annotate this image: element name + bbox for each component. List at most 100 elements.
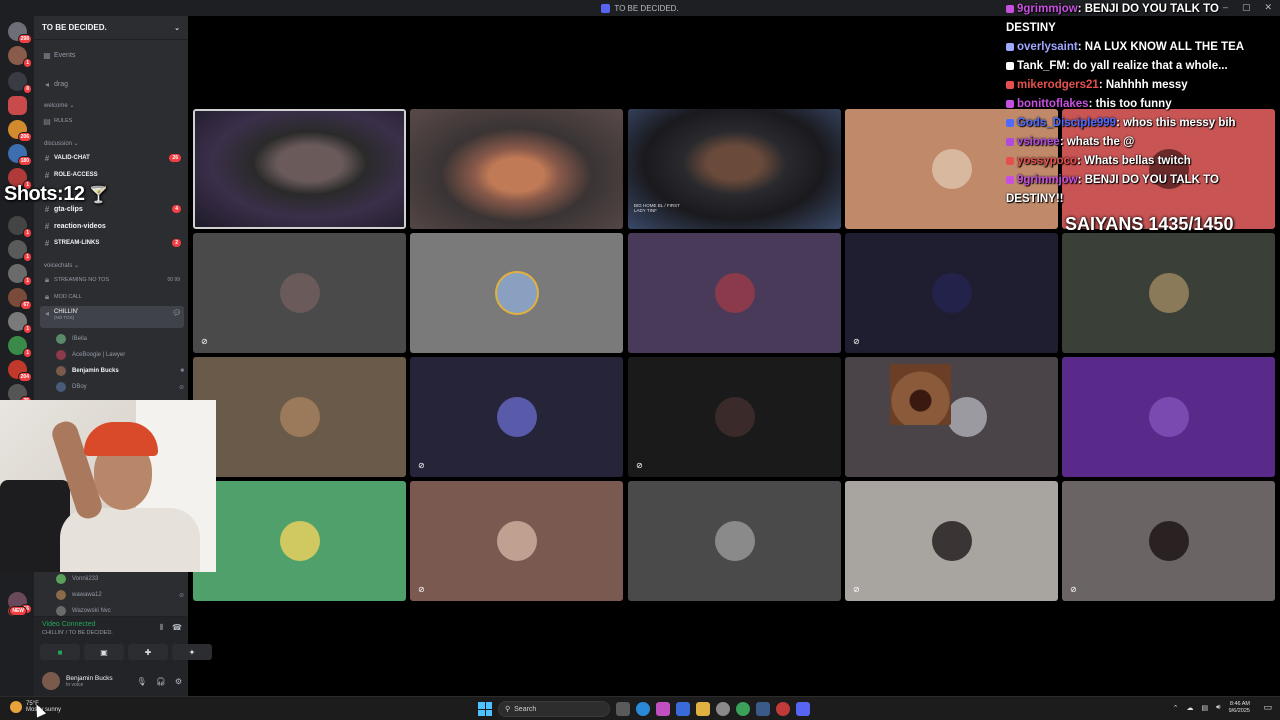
video-tile[interactable]: BIG HOME BL / FIRST LADY TINF xyxy=(628,109,841,229)
channel-reaction-videos[interactable]: # reaction-videos xyxy=(40,219,184,233)
chat-username: 9grimmjow xyxy=(1017,3,1078,15)
video-tile[interactable] xyxy=(410,109,623,229)
channel-mod-call[interactable]: 🔒︎ MOD CALL xyxy=(40,290,184,304)
soundboard-button[interactable]: ✦ xyxy=(172,644,212,660)
notification-icon[interactable]: ▭ xyxy=(1263,702,1272,713)
chevron-up-icon[interactable]: ⌃ xyxy=(1173,704,1179,712)
user-panel: Benjamin Bucks In voice 🎙︎ 🎧︎ ⚙ xyxy=(34,666,188,696)
voice-member[interactable]: AceBoogie | Lawyer xyxy=(56,348,184,362)
voice-member[interactable]: wawawa12 ⊘ xyxy=(56,588,184,602)
clock[interactable]: 8:46 AM 9/6/2025 xyxy=(1229,701,1250,715)
new-badge[interactable]: NEW xyxy=(8,606,27,616)
voice-member[interactable]: DBoy ⊘ xyxy=(56,380,184,394)
video-tile[interactable]: ⊘ xyxy=(845,233,1058,353)
opera-icon[interactable] xyxy=(776,702,790,716)
video-tile[interactable] xyxy=(410,233,623,353)
video-tile[interactable] xyxy=(1062,233,1275,353)
voice-member[interactable]: Vonnii233 xyxy=(56,572,184,586)
video-tile[interactable] xyxy=(1062,357,1275,477)
gear-icon[interactable]: ⚙ xyxy=(175,677,182,686)
member-name: AceBoogie | Lawyer xyxy=(72,352,126,358)
chat-badge-icon xyxy=(1006,99,1014,108)
user-status: In voice xyxy=(66,681,84,688)
category-discussion[interactable]: discussion ⌄ xyxy=(44,140,79,147)
chat-text: do yall realize that a whole... xyxy=(1073,60,1228,72)
chrome-icon[interactable] xyxy=(736,702,750,716)
steam-icon[interactable] xyxy=(756,702,770,716)
server-icon[interactable]: 206 xyxy=(8,120,32,142)
video-tile[interactable]: ⊘ xyxy=(845,481,1058,601)
copilot-icon[interactable] xyxy=(656,702,670,716)
volume-icon[interactable]: 🔊︎ xyxy=(1216,704,1220,712)
server-header[interactable]: TO BE DECIDED. ⌄ xyxy=(34,16,188,40)
network-icon[interactable]: ▤ xyxy=(1202,704,1209,712)
events-item[interactable]: ▦ Events xyxy=(40,48,184,62)
voice-channel-path[interactable]: CHILLIN' / TO BE DECIDED. xyxy=(42,630,113,636)
channel-rules[interactable]: ▤ RULES xyxy=(40,114,184,128)
windows-start-icon[interactable] xyxy=(478,702,492,716)
noise-suppression-icon[interactable]: ⫴ xyxy=(160,623,163,633)
channel-valid-chat[interactable]: # VALID-CHAT 26 xyxy=(40,151,184,165)
video-tile[interactable] xyxy=(628,233,841,353)
discord-icon[interactable] xyxy=(796,702,810,716)
channel-streaming-no-tos[interactable]: 🔒︎ STREAMING NO TOS 00 99 xyxy=(40,273,184,287)
category-welcome[interactable]: welcome ⌄ xyxy=(44,102,74,109)
channel-role-access[interactable]: # ROLE-ACCESS xyxy=(40,168,184,182)
store-icon[interactable] xyxy=(676,702,690,716)
events-label: Events xyxy=(54,51,76,59)
server-icon[interactable]: 1 xyxy=(8,240,32,262)
task-view-icon[interactable] xyxy=(616,702,630,716)
server-icon-selected[interactable] xyxy=(8,96,27,115)
server-icon[interactable]: 204 xyxy=(8,360,32,382)
video-tile[interactable]: ⊘ xyxy=(193,233,406,353)
video-tile[interactable]: ⊘ xyxy=(410,481,623,601)
stream-chat-overlay: 9grimmjow: BENJI DO YOU TALK TO DESTINY ov… xyxy=(1006,0,1276,209)
video-tile[interactable] xyxy=(193,481,406,601)
folder-icon[interactable] xyxy=(696,702,710,716)
channel-label: drag xyxy=(54,80,69,88)
shots-counter: Shots:12 🍸 xyxy=(4,183,108,206)
server-icon[interactable]: 67 xyxy=(8,288,32,310)
server-name: TO BE DECIDED. xyxy=(42,23,107,32)
edge-icon[interactable] xyxy=(636,702,650,716)
server-icon[interactable]: 8 xyxy=(8,72,32,94)
server-icon[interactable]: 180 xyxy=(8,144,32,166)
chat-icon[interactable]: 💬︎ xyxy=(172,309,181,317)
server-icon[interactable]: 1 xyxy=(8,216,32,238)
cloud-icon[interactable]: ☁ xyxy=(1187,704,1194,712)
channel-stream-links[interactable]: # STREAM-LINKS 2 xyxy=(40,236,184,250)
voice-status: Video Connected xyxy=(42,621,96,628)
server-badge: 1 xyxy=(23,228,32,238)
server-icon[interactable]: 1 xyxy=(8,264,32,286)
category-voicechats[interactable]: voicechats ⌄ xyxy=(44,262,79,269)
video-tile[interactable]: ⊘ xyxy=(410,357,623,477)
channel-drag[interactable]: ◂ drag xyxy=(40,77,184,91)
video-tile[interactable]: ⊘ xyxy=(1062,481,1275,601)
avatar[interactable] xyxy=(42,672,60,690)
video-tile[interactable] xyxy=(845,357,1058,477)
system-tray: ⌃ ☁ ▤ 🔊︎ 8:46 AM 9/6/2025 xyxy=(1173,701,1250,715)
headphones-icon[interactable]: 🎧︎ xyxy=(156,677,166,686)
avatar xyxy=(279,397,320,437)
video-tile[interactable]: ⊘ xyxy=(193,357,406,477)
channel-chillin[interactable]: ◂ CHILLIN' (NO TOS) 💬︎ xyxy=(40,306,184,328)
voice-member[interactable]: IBella xyxy=(56,332,184,346)
voice-member[interactable]: Benjamin Bucks ■ xyxy=(56,364,184,378)
video-tile[interactable] xyxy=(628,481,841,601)
chat-badge-icon xyxy=(1006,80,1014,89)
server-icon[interactable]: 1 xyxy=(8,312,32,334)
activity-button[interactable]: ✚ xyxy=(128,644,168,660)
video-tile[interactable] xyxy=(193,109,406,229)
streamer-webcam xyxy=(0,400,216,572)
taskbar-search[interactable]: ⚲ Search xyxy=(498,701,610,717)
server-icon[interactable]: 1 xyxy=(8,46,32,68)
disconnect-icon[interactable]: ☎ xyxy=(172,623,182,633)
server-icon[interactable]: 298 xyxy=(8,22,32,44)
server-icon[interactable]: 1 xyxy=(8,336,32,358)
video-tile[interactable]: ⊘ xyxy=(628,357,841,477)
settings-icon[interactable] xyxy=(716,702,730,716)
microphone-icon[interactable]: 🎙︎ xyxy=(137,677,147,686)
rules-icon: ▤ xyxy=(43,116,51,126)
camera-button[interactable]: ■ xyxy=(40,644,80,660)
screen-share-button[interactable]: ▣ xyxy=(84,644,124,660)
